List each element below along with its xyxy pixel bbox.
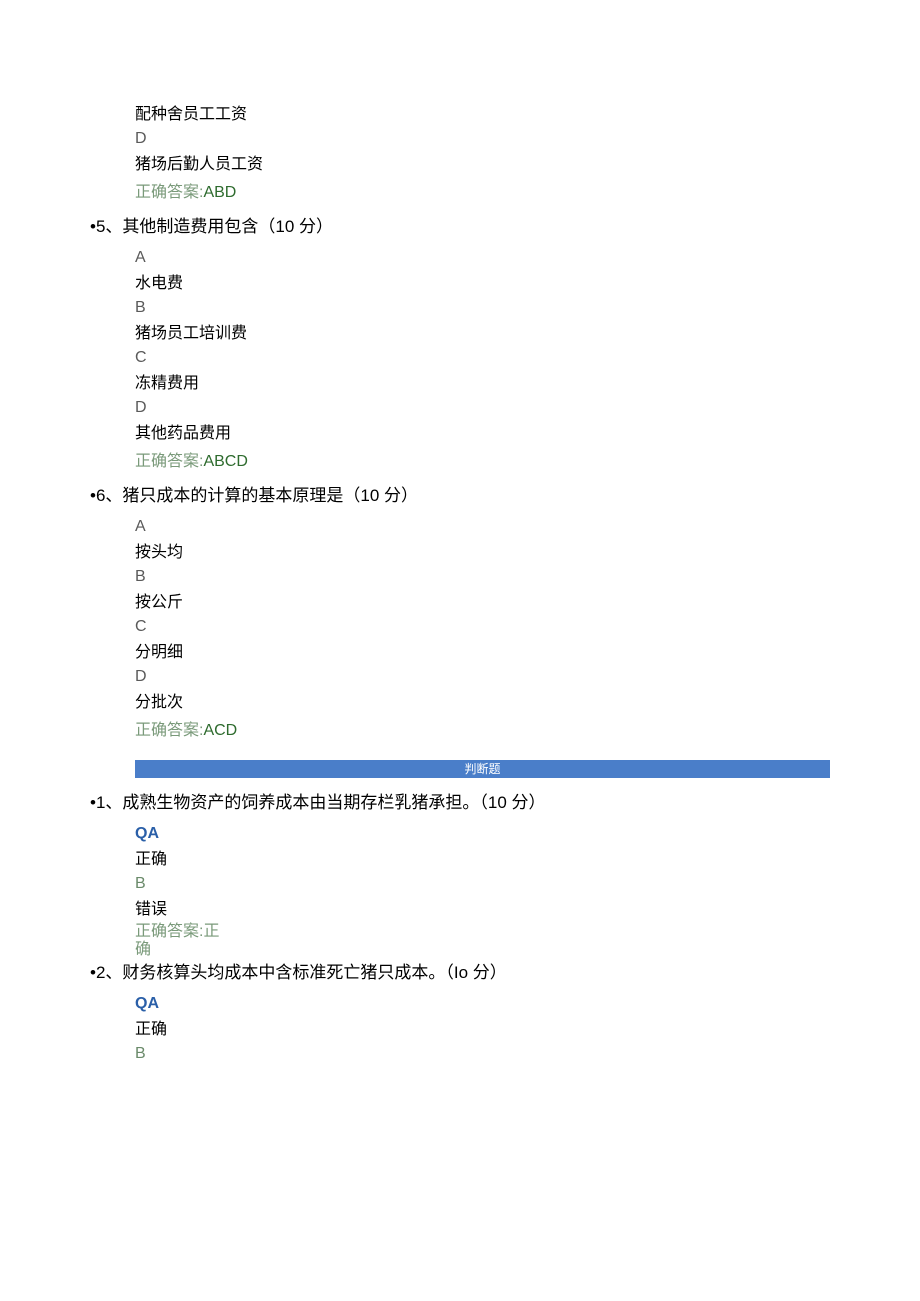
qa-label: QA — [135, 995, 830, 1013]
option-d-letter: D — [135, 130, 830, 148]
answer-line: 正确答案:ABCD — [135, 447, 830, 471]
section-header-truefalse: 判断题 — [135, 760, 830, 778]
tf-question-1-title: •1、成熟生物资产的饲养成本由当期存栏乳猪承担。（10 分） — [90, 788, 830, 813]
option-true-text: 正确 — [135, 1015, 830, 1039]
prev-question-tail: 配种舍员工工资 D 猪场后勤人员工资 正确答案:ABD — [90, 100, 830, 202]
question-5-title: •5、其他制造费用包含（10 分） — [90, 212, 830, 237]
answer-label: 正确答案: — [135, 453, 203, 470]
option-a-letter: A — [135, 518, 830, 536]
answer-line: 正确答案:ABD — [135, 178, 830, 202]
option-true-text: 正确 — [135, 845, 830, 869]
answer-line: 正确答案:ACD — [135, 716, 830, 740]
option-c-text: 冻精费用 — [135, 369, 830, 393]
option-a-text: 水电费 — [135, 269, 830, 293]
option-a-letter: A — [135, 249, 830, 267]
option-c-letter: C — [135, 618, 830, 636]
tf-question-2-title: •2、财务核算头均成本中含标准死亡猪只成本。（Io 分） — [90, 958, 830, 983]
option-c-text: 配种舍员工工资 — [135, 100, 830, 124]
tf-question-1-options: QA 正确 B 错误 正确答案:正 确 — [90, 825, 830, 958]
answer-value-part2: 确 — [135, 941, 151, 958]
option-a-text: 按头均 — [135, 538, 830, 562]
option-b-letter: B — [135, 1045, 830, 1063]
option-b-letter: B — [135, 875, 830, 893]
answer-value-part1: 正 — [203, 923, 219, 940]
answer-label: 正确答案: — [135, 184, 203, 201]
option-false-text: 错误 — [135, 895, 830, 919]
question-5-options: A 水电费 B 猪场员工培训费 C 冻精费用 D 其他药品费用 正确答案:ABC… — [90, 249, 830, 471]
answer-line: 正确答案:正 确 — [135, 923, 830, 958]
option-c-text: 分明细 — [135, 638, 830, 662]
question-6-options: A 按头均 B 按公斤 C 分明细 D 分批次 正确答案:ACD — [90, 518, 830, 740]
option-d-text: 分批次 — [135, 688, 830, 712]
question-6-title: •6、猪只成本的计算的基本原理是（10 分） — [90, 481, 830, 506]
option-b-letter: B — [135, 299, 830, 317]
option-d-text: 猪场后勤人员工资 — [135, 150, 830, 174]
answer-value: ACD — [203, 722, 237, 739]
tf-question-2-options: QA 正确 B — [90, 995, 830, 1063]
answer-label: 正确答案: — [135, 722, 203, 739]
option-c-letter: C — [135, 349, 830, 367]
option-b-letter: B — [135, 568, 830, 586]
option-b-text: 按公斤 — [135, 588, 830, 612]
answer-label: 正确答案: — [135, 923, 203, 940]
option-d-letter: D — [135, 399, 830, 417]
option-b-text: 猪场员工培训费 — [135, 319, 830, 343]
answer-value: ABCD — [203, 453, 247, 470]
option-d-letter: D — [135, 668, 830, 686]
qa-label: QA — [135, 825, 830, 843]
page-content: 配种舍员工工资 D 猪场后勤人员工资 正确答案:ABD •5、其他制造费用包含（… — [0, 0, 920, 1125]
option-d-text: 其他药品费用 — [135, 419, 830, 443]
answer-value: ABD — [203, 184, 236, 201]
